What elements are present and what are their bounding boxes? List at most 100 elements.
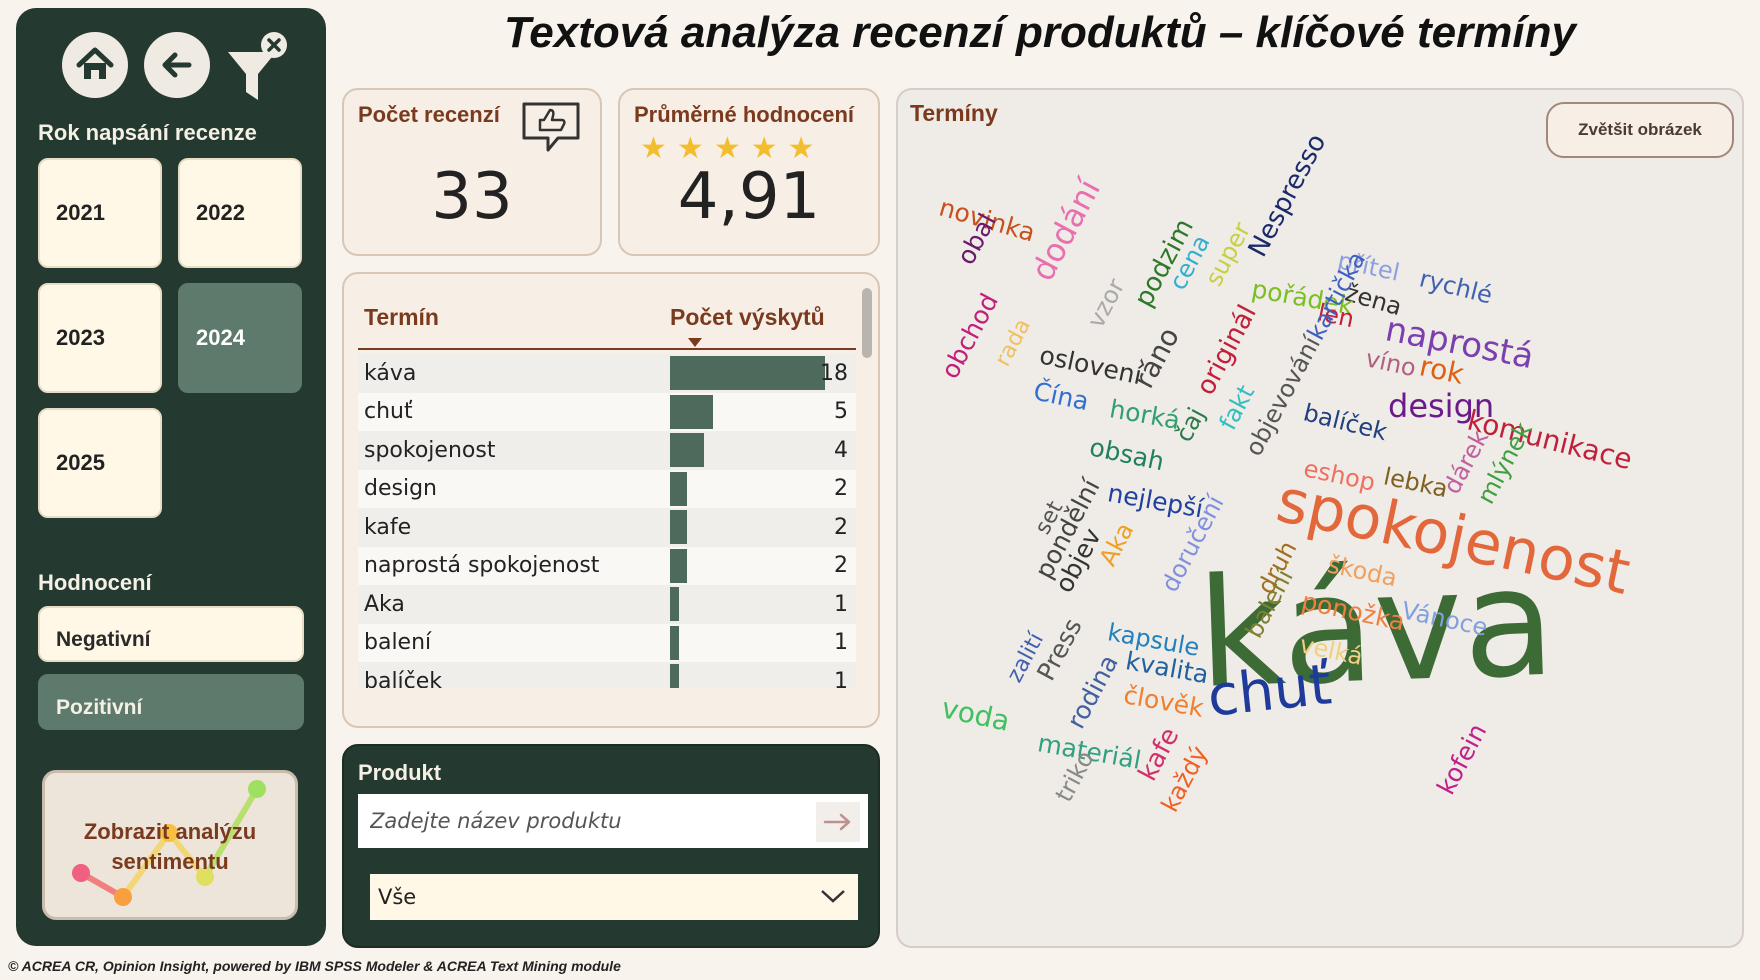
count-cell: 2	[834, 476, 848, 502]
term-cell: kafe	[364, 514, 412, 540]
average-rating-label: Průměrné hodnocení	[634, 102, 855, 127]
product-filter-title: Produkt	[358, 760, 442, 785]
arrow-left-icon	[162, 52, 192, 78]
term-cell: balení	[364, 630, 432, 656]
term-cell: balíček	[364, 668, 443, 688]
table-row[interactable]: káva 18	[358, 354, 856, 393]
cloud-word[interactable]: originál	[1191, 300, 1263, 400]
product-search-submit[interactable]	[816, 802, 860, 842]
table-row[interactable]: spokojenost 4	[358, 431, 856, 470]
table-row[interactable]: balíček 1	[358, 662, 856, 688]
count-cell: 1	[834, 591, 848, 617]
cloud-word[interactable]: balíček	[1301, 398, 1390, 446]
table-row[interactable]: Aka 1	[358, 585, 856, 624]
count-cell: 1	[834, 630, 848, 656]
cloud-word[interactable]: horká	[1107, 394, 1182, 435]
count-bar	[670, 394, 714, 429]
term-cell: chuť	[364, 399, 413, 425]
product-filter-panel: Produkt Vše	[342, 744, 880, 948]
cloud-word[interactable]: voda	[939, 691, 1013, 738]
count-bar	[670, 548, 688, 583]
cloud-word[interactable]: rodina	[1061, 650, 1124, 733]
count-bar	[670, 587, 679, 621]
page-title: Textová analýza recenzí produktů – klíčo…	[504, 8, 1576, 57]
year-2024-button[interactable]: 2024	[178, 283, 302, 393]
rating-positive-button[interactable]: Pozitivní	[38, 674, 304, 730]
count-bar	[670, 625, 679, 660]
table-header: Termín Počet výskytů	[358, 288, 856, 350]
cloud-word[interactable]: ráno	[1127, 322, 1186, 394]
year-2025-button[interactable]: 2025	[38, 408, 162, 518]
year-2022-button[interactable]: 2022	[178, 158, 302, 268]
average-rating-value: 4,91	[677, 160, 821, 234]
word-cloud-title: Termíny	[910, 100, 998, 126]
count-bar	[670, 664, 679, 688]
table-body: káva 18 chuť 5 spokojenost 4 design 2 kafe 2 napro…	[358, 354, 856, 688]
scrollbar-thumb[interactable]	[862, 288, 872, 358]
term-cell: káva	[364, 360, 417, 386]
year-2021-button[interactable]: 2021	[38, 158, 162, 268]
column-header-count[interactable]: Počet výskytů	[670, 304, 825, 331]
count-bar-cell	[670, 587, 846, 621]
cloud-word[interactable]: nejlepší	[1105, 478, 1205, 523]
product-dropdown-value: Vše	[378, 885, 417, 909]
term-cell: spokojenost	[364, 437, 496, 463]
count-cell: 2	[834, 553, 848, 579]
term-cell: design	[364, 476, 437, 502]
cloud-word[interactable]: Čína	[1031, 376, 1091, 416]
term-cell: Aka	[364, 591, 405, 617]
cloud-word[interactable]: obchod	[935, 289, 1004, 384]
year-filter-title: Rok napsání recenze	[38, 120, 257, 145]
cloud-word[interactable]: rada	[991, 315, 1037, 371]
count-bar-cell	[670, 625, 846, 660]
table-row[interactable]: design 2	[358, 469, 856, 508]
cloud-word[interactable]: vzor	[1082, 274, 1131, 332]
cloud-word[interactable]: kofein	[1431, 719, 1492, 800]
sort-desc-icon	[688, 338, 702, 347]
table-scrollbar[interactable]	[862, 288, 872, 678]
cloud-word[interactable]: obsah	[1087, 432, 1167, 476]
cloud-word[interactable]: rok	[1417, 349, 1467, 390]
count-bar-cell	[670, 548, 846, 583]
term-cell: naprostá spokojenost	[364, 553, 600, 579]
table-row[interactable]: balení 1	[358, 623, 856, 662]
count-cell: 1	[834, 668, 848, 688]
average-rating-card: Průměrné hodnocení ★ ★ ★ ★ ★ 4,91	[618, 88, 880, 256]
enlarge-image-button[interactable]: Zvětšit obrázek	[1546, 102, 1734, 158]
product-dropdown[interactable]: Vše	[370, 874, 858, 920]
count-bar	[670, 356, 825, 390]
chevron-down-icon	[821, 890, 845, 903]
clear-filters-button[interactable]	[222, 28, 302, 108]
product-search-input[interactable]	[358, 794, 868, 848]
sentiment-button-label: Zobrazit analýzu sentimentu	[83, 819, 257, 874]
table-row[interactable]: chuť 5	[358, 392, 856, 431]
rating-filter-title: Hodnocení	[38, 570, 152, 595]
count-cell: 2	[834, 514, 848, 540]
cloud-word[interactable]: člověk	[1121, 680, 1205, 723]
cloud-word[interactable]: dodání	[1023, 173, 1108, 287]
column-header-term[interactable]: Termín	[364, 304, 439, 331]
rating-negative-button[interactable]: Negativní	[38, 606, 304, 662]
count-bar-cell	[670, 471, 846, 506]
count-bar	[670, 471, 688, 506]
table-row[interactable]: naprostá spokojenost 2	[358, 546, 856, 585]
back-button[interactable]	[144, 32, 210, 98]
count-cell: 5	[834, 399, 848, 425]
year-2023-button[interactable]: 2023	[38, 283, 162, 393]
count-bar-cell	[670, 664, 846, 688]
cloud-word[interactable]: Aka	[1094, 518, 1140, 571]
count-bar-cell	[670, 394, 846, 429]
count-cell: 18	[820, 360, 848, 386]
reviews-count-label: Počet recenzí	[358, 102, 500, 127]
count-bar-cell	[670, 510, 846, 544]
cloud-word[interactable]: rychlé	[1417, 264, 1496, 309]
sidebar: Rok napsání recenze 2021 2022 2023 2024 …	[16, 8, 326, 946]
show-sentiment-button[interactable]: Zobrazit analýzu sentimentu	[42, 770, 298, 920]
cloud-word[interactable]: chuť	[1205, 652, 1335, 730]
table-row[interactable]: kafe 2	[358, 508, 856, 547]
arrow-right-icon	[823, 813, 851, 831]
clear-filter-icon	[228, 32, 287, 100]
home-button[interactable]	[62, 32, 128, 98]
count-bar-cell	[670, 433, 846, 467]
cloud-word[interactable]: Nespresso	[1243, 129, 1333, 262]
